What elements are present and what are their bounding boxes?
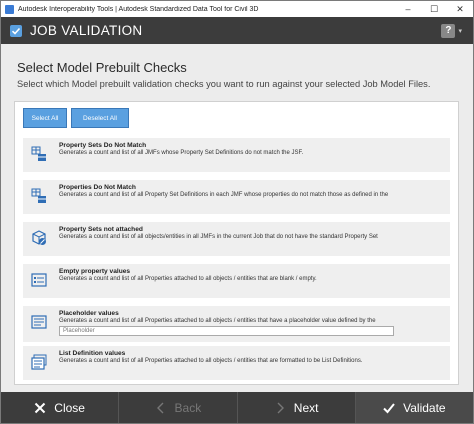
window-controls: – ☐ ✕ — [395, 1, 473, 17]
back-label: Back — [174, 400, 202, 415]
check-item-empty-property-values[interactable]: Empty property values Generates a count … — [23, 264, 450, 298]
section-heading: Select Model Prebuilt Checks — [17, 60, 187, 75]
check-item-properties-do-not-match[interactable]: Properties Do Not Match Generates a coun… — [23, 180, 450, 214]
check-title: Placeholder values — [59, 310, 119, 317]
chevron-left-icon — [156, 402, 164, 413]
help-button[interactable]: ? — [441, 23, 456, 38]
check-title: List Definition values — [59, 350, 126, 357]
chevron-down-icon[interactable]: ▾ — [458, 27, 462, 35]
maximize-button[interactable]: ☐ — [421, 1, 447, 17]
check-description: Generates a count and list of all JMFs w… — [59, 150, 304, 156]
check-title: Properties Do Not Match — [59, 184, 136, 191]
validate-label: Validate — [403, 400, 446, 415]
check-item-placeholder-values[interactable]: Placeholder values Generates a count and… — [23, 306, 450, 342]
next-button[interactable]: Next — [238, 392, 356, 423]
app-header: JOB VALIDATION ? ▾ — [1, 17, 473, 44]
check-title: Empty property values — [59, 268, 131, 275]
check-title: Property Sets not attached — [59, 226, 143, 233]
checks-panel: Select All Deselect All Property Sets Do… — [14, 101, 459, 385]
validation-icon — [10, 24, 22, 37]
checkmark-icon — [383, 402, 395, 413]
check-title: Property Sets Do Not Match — [59, 142, 147, 149]
next-label: Next — [293, 400, 319, 415]
form-empty-icon — [31, 273, 47, 287]
cube-unlinked-icon — [32, 230, 46, 245]
check-item-list-definition-values[interactable]: List Definition values Generates a count… — [23, 346, 450, 380]
chevron-right-icon — [277, 402, 284, 413]
check-description: Generates a count and list of all Proper… — [59, 318, 376, 324]
list-stack-icon — [31, 354, 47, 370]
check-description: Generates a count and list of all Proper… — [59, 192, 389, 198]
main-content: Select Model Prebuilt Checks Select whic… — [1, 44, 473, 392]
check-description: Generates a count and list of all Proper… — [59, 358, 363, 364]
app-window: Autodesk Interoperability Tools | Autode… — [0, 0, 474, 424]
table-compare-icon — [31, 188, 46, 203]
close-window-button[interactable]: ✕ — [447, 1, 473, 17]
check-description: Generates a count and list of all Proper… — [59, 276, 317, 282]
minimize-button[interactable]: – — [395, 1, 421, 17]
app-icon — [5, 4, 14, 14]
check-item-property-sets-not-attached[interactable]: Property Sets not attached Generates a c… — [23, 222, 450, 256]
close-button[interactable]: Close — [1, 392, 120, 423]
back-button[interactable]: Back — [119, 392, 238, 423]
window-title: Autodesk Interoperability Tools | Autode… — [18, 5, 259, 13]
table-compare-icon — [31, 146, 46, 161]
close-icon — [35, 402, 46, 413]
section-subheading: Select which Model prebuilt validation c… — [17, 79, 431, 89]
validate-button[interactable]: Validate — [355, 392, 473, 423]
form-placeholder-icon — [31, 315, 47, 329]
placeholder-input[interactable]: Placeholder — [59, 326, 394, 336]
deselect-all-button[interactable]: Deselect All — [71, 108, 129, 128]
page-title: JOB VALIDATION — [30, 23, 143, 38]
check-item-property-sets-do-not-match[interactable]: Property Sets Do Not Match Generates a c… — [23, 138, 450, 172]
select-all-button[interactable]: Select All — [23, 108, 67, 128]
wizard-footer: Close Back Next Validate — [1, 392, 473, 423]
close-label: Close — [54, 400, 85, 415]
title-bar: Autodesk Interoperability Tools | Autode… — [1, 1, 473, 17]
check-description: Generates a count and list of all object… — [59, 234, 378, 240]
